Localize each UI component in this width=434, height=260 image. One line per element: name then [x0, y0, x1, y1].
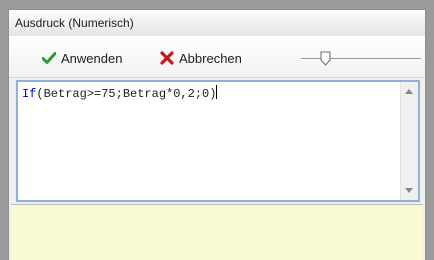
checkmark-icon [41, 51, 57, 65]
apply-label: Anwenden [61, 50, 123, 66]
cancel-button[interactable]: Abbrechen [160, 49, 242, 67]
function-arguments: (Betrag>=75;Betrag*0,2;0) [36, 87, 217, 101]
zoom-slider[interactable] [301, 51, 421, 66]
scroll-up-icon[interactable] [405, 89, 413, 94]
slider-track [301, 58, 421, 59]
expression-text[interactable]: If(Betrag>=75;Betrag*0,2;0) [22, 85, 218, 101]
function-keyword: If [22, 87, 37, 101]
apply-button[interactable]: Anwenden [41, 49, 123, 67]
toolbar: Anwenden Abbrechen [9, 36, 425, 78]
window-title: Ausdruck (Numerisch) [15, 16, 134, 30]
scroll-down-icon[interactable] [405, 188, 413, 193]
cancel-label: Abbrechen [179, 50, 242, 66]
expression-editor[interactable]: If(Betrag>=75;Betrag*0,2;0) [16, 80, 420, 202]
result-panel [11, 204, 423, 260]
expression-dialog: Ausdruck (Numerisch) Anwenden Abbrechen … [8, 9, 426, 260]
title-bar: Ausdruck (Numerisch) [9, 10, 425, 37]
x-icon [160, 51, 174, 65]
vertical-scrollbar[interactable] [400, 82, 418, 200]
text-caret [216, 85, 218, 99]
